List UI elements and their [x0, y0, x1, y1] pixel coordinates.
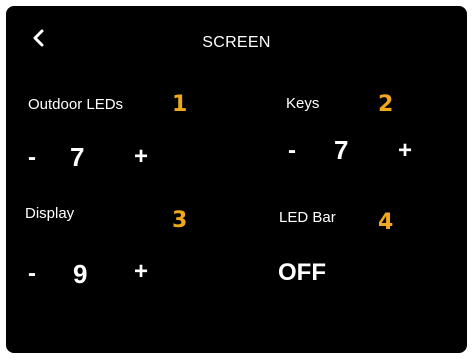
led-bar-label: LED Bar: [279, 209, 336, 226]
display-value: 9: [73, 259, 88, 289]
page-title: SCREEN: [202, 34, 271, 51]
keys-decrease-button[interactable]: -: [288, 137, 296, 165]
screen-settings-panel: SCREEN Outdoor LEDs 1 - 7 + Keys 2 - 7 +…: [6, 6, 467, 353]
led-bar-toggle[interactable]: OFF: [278, 259, 326, 287]
display-badge: 3: [172, 208, 188, 233]
outdoor-leds-increase-button[interactable]: +: [134, 143, 148, 171]
display-increase-button[interactable]: +: [134, 258, 148, 286]
keys-label: Keys: [286, 95, 320, 112]
outdoor-leds-value: 7: [70, 142, 85, 172]
keys-badge: 2: [378, 92, 394, 117]
display-decrease-button[interactable]: -: [28, 260, 36, 288]
keys-increase-button[interactable]: +: [398, 137, 412, 165]
outdoor-leds-badge: 1: [172, 92, 188, 117]
outdoor-leds-label: Outdoor LEDs: [28, 96, 124, 113]
led-bar-badge: 4: [378, 210, 394, 235]
keys-value: 7: [334, 135, 349, 165]
display-label: Display: [25, 205, 75, 222]
outdoor-leds-decrease-button[interactable]: -: [28, 144, 36, 172]
